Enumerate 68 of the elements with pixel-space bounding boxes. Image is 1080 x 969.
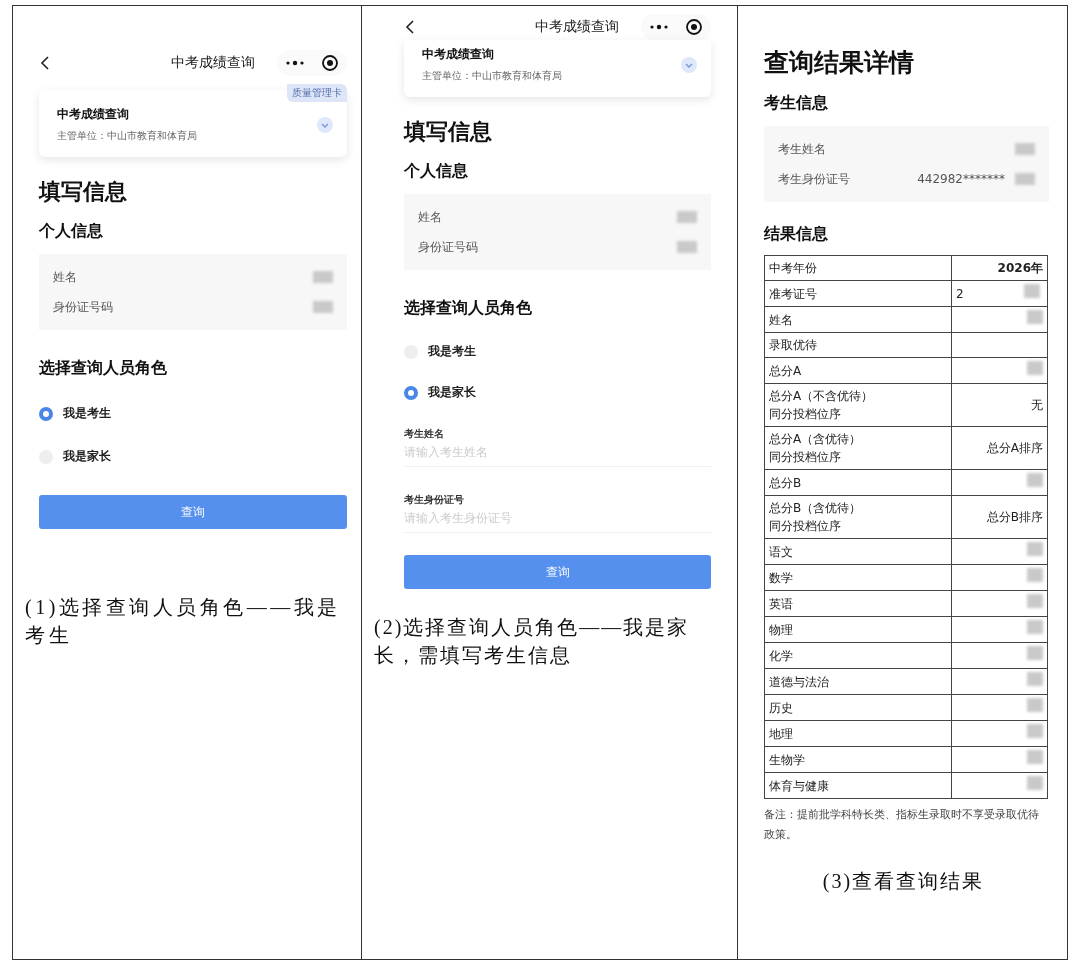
field-label: 考生姓名 (778, 140, 826, 158)
cell-value: 总分B排序 (986, 510, 1043, 524)
field-label: 身份证号码 (53, 298, 113, 316)
cell-text: 同分投档位序 (769, 406, 841, 423)
footnote: 备注：提前批学科特长类、指标生录取时不享受录取优待政策。 (764, 807, 1040, 843)
radio-button[interactable] (404, 385, 418, 400)
table-cell: 数学 (764, 564, 952, 591)
cell-value: 总分A排序 (986, 441, 1043, 455)
cell-text: 总分A（不含优待） (769, 388, 874, 405)
section-heading: 考生信息 (764, 93, 829, 114)
field-label: 姓名 (53, 268, 77, 286)
table-cell: 总分B (764, 469, 952, 496)
section-heading: 选择查询人员角色 (39, 358, 168, 379)
radio-label: 我是考生 (63, 405, 111, 422)
cell-text: 总分B（含优待） (769, 500, 862, 517)
cell-text: 总分A（含优待） (769, 431, 862, 448)
card-badge: 质量管理卡 (287, 84, 347, 102)
page-heading: 填写信息 (404, 118, 493, 146)
table-cell: 历史 (764, 694, 952, 721)
table-cell: 录取优待 (764, 332, 952, 358)
table-cell: 姓名 (764, 306, 952, 333)
card-title: 中考成绩查询 (422, 46, 495, 63)
card-title: 中考成绩查询 (57, 106, 130, 123)
cell-value: 无 (1031, 398, 1043, 412)
field-label: 考生姓名 (404, 427, 445, 441)
back-icon[interactable] (39, 55, 51, 71)
table-cell: 道德与法治 (764, 668, 952, 695)
table-cell: 化学 (764, 642, 952, 669)
back-icon[interactable] (404, 19, 416, 35)
figure-caption: (3)查看查询结果 (821, 869, 986, 895)
more-icon[interactable] (285, 59, 305, 67)
section-heading: 选择查询人员角色 (404, 298, 533, 319)
table-cell: 语文 (764, 538, 952, 565)
table-cell: 生物学 (764, 746, 952, 773)
figure-caption: (1)选择查询人员角色——我是考生 (24, 595, 342, 648)
query-button[interactable]: 查询 (404, 555, 711, 589)
field-label: 考生身份证号 (778, 170, 850, 188)
section-heading: 个人信息 (39, 221, 104, 242)
section-heading: 个人信息 (404, 161, 469, 182)
field-label: 姓名 (418, 208, 442, 226)
table-cell: 中考年份 (764, 255, 952, 281)
table-cell: 体育与健康 (764, 772, 952, 799)
field-label: 身份证号码 (418, 238, 478, 256)
radio-button[interactable] (39, 406, 53, 421)
cell-value: 2 (956, 287, 964, 301)
table-cell: 物理 (764, 616, 952, 643)
radio-label: 我是家长 (63, 448, 111, 465)
cell-value: 2026年 (997, 261, 1043, 275)
more-icon[interactable] (649, 23, 669, 31)
radio-label: 我是考生 (428, 343, 476, 360)
field-value: 442982******* (917, 172, 1005, 186)
page-title: 中考成绩查询 (171, 54, 255, 72)
page-heading: 填写信息 (39, 178, 128, 206)
table-cell: 英语 (764, 590, 952, 617)
page-heading: 查询结果详情 (764, 47, 915, 79)
query-button[interactable]: 查询 (39, 495, 347, 529)
card-subtitle: 主管单位：中山市教育和体育局 (57, 129, 198, 143)
table-cell: 总分A (764, 357, 952, 384)
page-title: 中考成绩查询 (535, 18, 619, 36)
table-cell: 准考证号 (764, 280, 952, 307)
section-heading: 结果信息 (764, 224, 829, 245)
field-label: 考生身份证号 (404, 493, 465, 507)
table-cell: 地理 (764, 720, 952, 747)
cell-text: 同分投档位序 (769, 449, 841, 466)
cell-text: 同分投档位序 (769, 518, 841, 535)
figure-caption: (2)选择查询人员角色——我是家长，需填写考生信息 (373, 615, 691, 668)
radio-label: 我是家长 (428, 384, 476, 401)
card-subtitle: 主管单位：中山市教育和体育局 (422, 69, 563, 83)
